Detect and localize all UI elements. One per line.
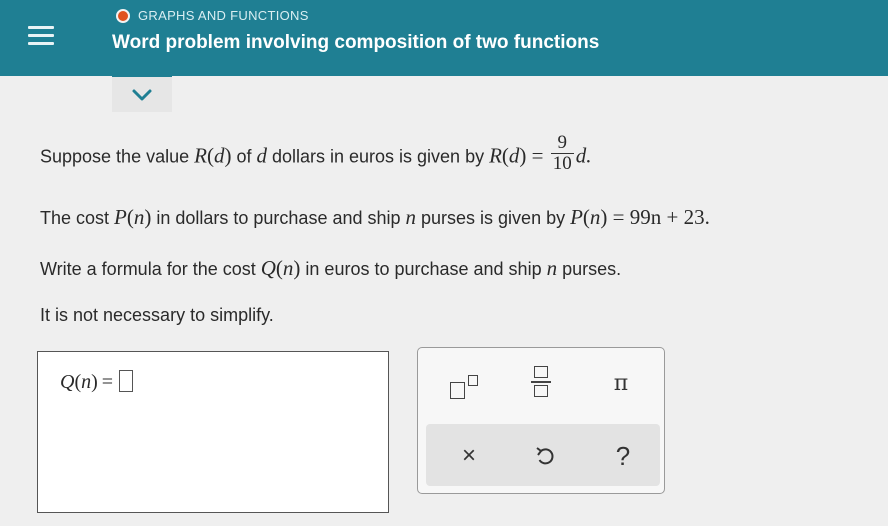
pi-button[interactable]: π [596, 366, 646, 406]
answer-eq: = [101, 371, 114, 393]
q2-fn: P [114, 205, 127, 229]
answer-expression: Q(n) = [60, 370, 134, 394]
q3-text-c: purses. [557, 259, 622, 279]
topic-row: GRAPHS AND FUNCTIONS [116, 8, 309, 23]
hamburger-icon[interactable] [14, 10, 66, 62]
q3-text-a: Write a formula for the cost [40, 259, 261, 279]
undo-icon [536, 447, 554, 465]
pi-icon: π [613, 371, 629, 396]
q2-fn2: P [570, 205, 583, 229]
q1-arg: d [213, 143, 225, 168]
chevron-down-icon [132, 89, 152, 101]
q3-fn: Q [260, 256, 276, 280]
q3-arg: n [282, 256, 294, 280]
fraction-numerator: 9 [557, 132, 568, 153]
answer-arg: n [81, 371, 92, 393]
q1-text-c: dollars in euros is given by [266, 146, 490, 167]
q1-text-a: Suppose the value [40, 146, 195, 167]
q2-text-c: purses is given by [416, 208, 571, 228]
undo-button[interactable] [520, 436, 570, 476]
q1-arg2: d [508, 143, 520, 168]
q1-text-b: of [231, 146, 257, 167]
q2-text-b: in dollars to purchase and ship [151, 208, 406, 228]
math-palette: π × ? [417, 347, 665, 494]
clear-button[interactable]: × [444, 436, 494, 476]
close-icon: × [461, 442, 476, 469]
q2-arg: n [133, 205, 145, 229]
q2-rhs: = 99n + 23. [607, 205, 710, 229]
help-icon: ? [615, 441, 631, 471]
palette-actions: × ? [426, 424, 660, 486]
topic-label: GRAPHS AND FUNCTIONS [138, 8, 309, 23]
header-bar: GRAPHS AND FUNCTIONS Word problem involv… [0, 0, 888, 76]
q2-arg2: n [589, 205, 601, 229]
q1-fn: R [194, 143, 207, 168]
q1-end: d. [575, 143, 592, 168]
expand-button[interactable] [112, 74, 172, 112]
question-line-1: Suppose the value R(d) of d dollars in e… [40, 132, 592, 174]
q2-text-a: The cost [40, 208, 115, 228]
q3-text-b: in euros to purchase and ship [300, 259, 547, 279]
fraction-denominator: 10 [550, 153, 574, 174]
superscript-button[interactable] [444, 366, 494, 406]
status-dot [116, 8, 130, 23]
answer-fn: Q [60, 371, 75, 393]
q1-fn2: R [489, 143, 502, 168]
fraction-button[interactable] [516, 360, 566, 400]
q1-eq: = [526, 143, 549, 168]
answer-input[interactable]: Q(n) = [37, 351, 389, 513]
q1-var: d [256, 143, 267, 168]
question-line-3: Write a formula for the cost Q(n) in eur… [40, 256, 622, 280]
question-line-4: It is not necessary to simplify. [40, 305, 274, 325]
q3-var: n [546, 256, 558, 280]
q2-var: n [405, 205, 417, 229]
question-line-2: The cost P(n) in dollars to purchase and… [40, 205, 710, 229]
fraction-9-10: 9 10 [550, 132, 574, 174]
answer-slot[interactable] [119, 370, 134, 392]
help-button[interactable]: ? [598, 436, 648, 476]
page-title: Word problem involving composition of tw… [112, 32, 600, 53]
